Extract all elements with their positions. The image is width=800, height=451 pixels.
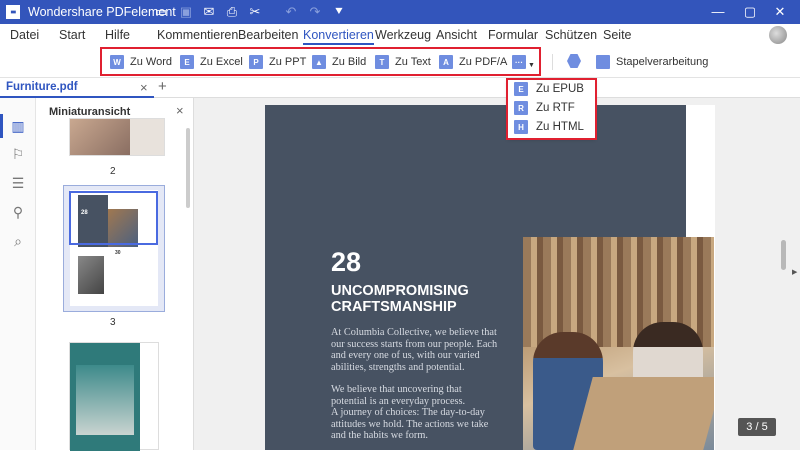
tab-title: Furniture.pdf bbox=[6, 81, 78, 93]
active-rail-indicator bbox=[0, 114, 3, 138]
tab-close-icon[interactable]: × bbox=[140, 80, 148, 95]
thumbnail-panel: Miniaturansicht × 2 28 30 3 bbox=[36, 98, 194, 451]
photo-wood-board bbox=[573, 377, 714, 450]
para2-line-2: potential is an everyday process. bbox=[331, 395, 466, 407]
menu-kommentieren[interactable]: Kommentieren bbox=[157, 28, 238, 42]
title-bar: Wondershare PDFelement ▭ ▣ ✉ ⎙ ✂ ↶ ↷ ⯆ —… bbox=[0, 0, 800, 24]
panel-scrollbar[interactable] bbox=[186, 128, 190, 208]
quick-access-menu-icon[interactable]: ⯆ bbox=[331, 4, 347, 20]
save-icon[interactable]: ▣ bbox=[178, 4, 194, 20]
highlight-toolbar-box bbox=[100, 47, 541, 76]
thumbnail-page-2[interactable] bbox=[69, 118, 165, 156]
thumb-selection-frame bbox=[69, 191, 158, 245]
thumbnail-page-3-selected[interactable]: 28 30 bbox=[63, 185, 165, 312]
batch-process-button[interactable]: Stapelverarbeitung bbox=[596, 54, 708, 70]
menu-formular[interactable]: Formular bbox=[488, 28, 538, 42]
maximize-icon[interactable]: ▢ bbox=[742, 4, 758, 20]
thumb2-image bbox=[70, 119, 130, 155]
workshop-photo bbox=[523, 237, 714, 450]
thumb3-number-2: 30 bbox=[115, 250, 121, 256]
new-tab-button[interactable]: + bbox=[158, 78, 167, 95]
para2-line-5: and the habits we form. bbox=[331, 430, 428, 442]
thumbnail-page-4[interactable] bbox=[69, 342, 159, 451]
menu-hilfe[interactable]: Hilfe bbox=[105, 28, 130, 42]
para1-line-4: abilities, strengths and potential. bbox=[331, 361, 465, 373]
menu-konvertieren[interactable]: Konvertieren bbox=[303, 28, 374, 45]
menu-werkzeug[interactable]: Werkzeug bbox=[375, 28, 431, 42]
collapse-right-arrow[interactable]: ▶ bbox=[792, 268, 797, 276]
thumb4-room-image bbox=[76, 365, 134, 435]
document-tab-bar: Furniture.pdf × + bbox=[0, 78, 800, 98]
menu-datei[interactable]: Datei bbox=[10, 28, 39, 42]
open-folder-icon[interactable]: ▭ bbox=[153, 4, 169, 20]
user-avatar[interactable] bbox=[769, 26, 787, 44]
left-rail: ▥ ⚐ ☰ ⚲ ⌕ bbox=[0, 98, 36, 450]
close-panel-icon[interactable]: × bbox=[176, 103, 184, 118]
batch-process-label: Stapelverarbeitung bbox=[616, 56, 709, 68]
comment-icon[interactable]: ☰ bbox=[9, 175, 27, 193]
document-scrollbar[interactable] bbox=[781, 240, 786, 270]
para2-line-1: We believe that uncovering that bbox=[331, 384, 462, 395]
para1-line-1: At Columbia Collective, we believe that bbox=[331, 327, 497, 338]
menu-seite[interactable]: Seite bbox=[603, 28, 632, 42]
thumbnail-label-2: 2 bbox=[110, 166, 116, 177]
para1-line-3: and every one of us, with our varied bbox=[331, 350, 480, 362]
tab-furniture[interactable]: Furniture.pdf × bbox=[0, 78, 154, 98]
toolbar-divider bbox=[552, 54, 553, 70]
thumbnail-panel-title: Miniaturansicht bbox=[49, 106, 131, 118]
undo-icon[interactable]: ↶ bbox=[283, 4, 299, 20]
attachment-icon[interactable]: ⚲ bbox=[9, 204, 27, 222]
menu-bearbeiten[interactable]: Bearbeiten bbox=[238, 28, 298, 42]
close-window-icon[interactable]: ✕ bbox=[772, 4, 788, 20]
bookmark-icon[interactable]: ⚐ bbox=[9, 146, 27, 164]
print-icon[interactable]: ⎙ bbox=[224, 4, 240, 20]
menu-ansicht[interactable]: Ansicht bbox=[436, 28, 477, 42]
thumbnails-icon[interactable]: ▥ bbox=[9, 118, 27, 136]
menu-bar: Datei Start Hilfe Kommentieren Bearbeite… bbox=[0, 24, 800, 46]
batch-icon bbox=[596, 55, 610, 69]
settings-hex-icon[interactable] bbox=[567, 54, 581, 68]
page-indicator: 3 / 5 bbox=[738, 418, 776, 436]
para2-line-3: A journey of choices: The day-to-day bbox=[331, 407, 485, 419]
page-heading-line-1: UNCOMPROMISING bbox=[331, 283, 469, 299]
thumb3-photo-2 bbox=[78, 256, 104, 294]
thumbnail-label-3: 3 bbox=[110, 317, 116, 328]
minimize-icon[interactable]: — bbox=[710, 4, 726, 20]
redo-icon[interactable]: ↷ bbox=[307, 4, 323, 20]
para1-line-2: our success starts from our people. Each bbox=[331, 338, 498, 350]
page-heading-line-2: CRAFTSMANSHIP bbox=[331, 299, 457, 315]
menu-start[interactable]: Start bbox=[59, 28, 85, 42]
highlight-dropdown-box bbox=[506, 78, 597, 140]
mail-icon[interactable]: ✉ bbox=[201, 4, 217, 20]
page-paragraph-1: At Columbia Collective, we believe that … bbox=[331, 327, 497, 373]
page-paragraph-2: We believe that uncovering that potentia… bbox=[331, 384, 488, 442]
para2-line-4: attitudes we hold. The actions we take bbox=[331, 418, 489, 430]
app-logo-icon bbox=[6, 5, 20, 19]
search-icon[interactable]: ⌕ bbox=[9, 233, 27, 251]
page-number-heading: 28 bbox=[331, 247, 362, 277]
scissors-icon[interactable]: ✂ bbox=[247, 4, 263, 20]
menu-schuetzen[interactable]: Schützen bbox=[545, 28, 597, 42]
